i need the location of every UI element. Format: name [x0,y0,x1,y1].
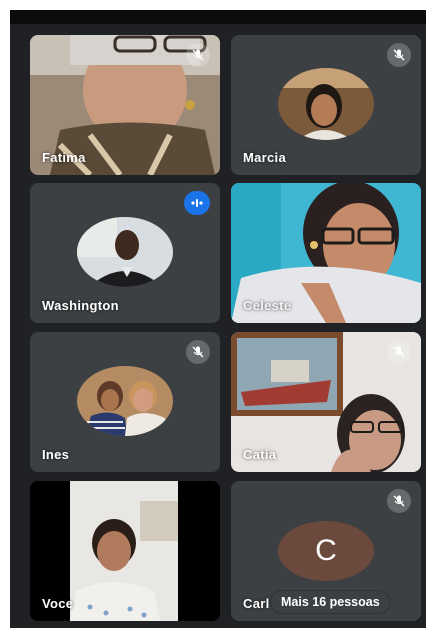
participant-tile-marcia[interactable]: Marcia [231,35,421,175]
meeting-grid: Fatima Marcia Washington Celeste Ines Ca… [10,10,426,628]
participant-name: Celeste [243,298,292,313]
participant-tile-ines[interactable]: Ines [30,332,220,472]
avatar [77,366,173,436]
mic-off-icon [186,340,210,364]
avatar [77,217,173,287]
participant-name: Carl [243,596,270,611]
participant-name: Ines [42,447,70,462]
mic-off-icon [387,489,411,513]
participant-tile-overflow[interactable]: C Carl Mais 16 pessoas [231,481,421,621]
participant-tile-washington[interactable]: Washington [30,183,220,323]
participant-name: Washington [42,298,119,313]
mic-off-icon [186,43,210,67]
participant-tile-catia[interactable]: Catia [231,332,421,472]
participant-name: Voce [42,596,74,611]
participant-name: Marcia [243,150,286,165]
participant-tile-celeste[interactable]: Celeste [231,183,421,323]
avatar [278,68,374,140]
more-participants-button[interactable]: Mais 16 pessoas [271,591,390,613]
letter-avatar: C [278,521,374,581]
mic-off-icon [387,340,411,364]
top-bar [10,10,426,24]
participant-name: Catia [243,447,277,462]
participant-tile-fatima[interactable]: Fatima [30,35,220,175]
audio-level-icon [184,191,210,215]
participant-name: Fatima [42,150,86,165]
mic-off-icon [387,43,411,67]
participant-tile-voce[interactable]: Voce [30,481,220,621]
